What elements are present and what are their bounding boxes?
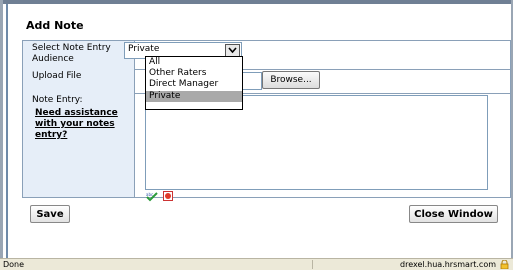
save-button[interactable]: Save bbox=[30, 205, 70, 223]
audience-row: Select Note Entry Audience bbox=[23, 41, 510, 70]
browse-button[interactable]: Browse... bbox=[262, 71, 320, 89]
status-bar: Done drexel.hua.hrsmart.com bbox=[0, 258, 513, 270]
option-direct-manager[interactable]: Direct Manager bbox=[146, 79, 242, 90]
page-title: Add Note bbox=[26, 19, 84, 32]
upload-label: Upload File bbox=[23, 69, 135, 93]
status-domain: drexel.hua.hrsmart.com bbox=[400, 260, 497, 269]
lock-icon bbox=[500, 260, 509, 269]
status-text: Done bbox=[3, 260, 25, 269]
status-divider bbox=[312, 260, 313, 269]
note-entry-label: Note Entry: bbox=[32, 95, 83, 105]
svg-text:abc: abc bbox=[146, 192, 153, 197]
option-private[interactable]: Private bbox=[146, 91, 242, 102]
clear-icon[interactable] bbox=[163, 191, 173, 201]
frame-border bbox=[6, 4, 8, 258]
help-link[interactable]: Need assistance with your notes entry? bbox=[35, 108, 120, 141]
option-other-raters[interactable]: Other Raters bbox=[146, 68, 242, 79]
audience-label: Select Note Entry Audience bbox=[23, 41, 135, 69]
audience-select-value: Private bbox=[128, 44, 160, 54]
window-frame-left bbox=[0, 0, 3, 258]
option-all[interactable]: All bbox=[146, 57, 242, 68]
close-window-button[interactable]: Close Window bbox=[409, 205, 498, 223]
audience-dropdown-list: All Other Raters Direct Manager Private bbox=[145, 56, 243, 110]
spell-check-icon[interactable]: abc bbox=[146, 192, 158, 202]
